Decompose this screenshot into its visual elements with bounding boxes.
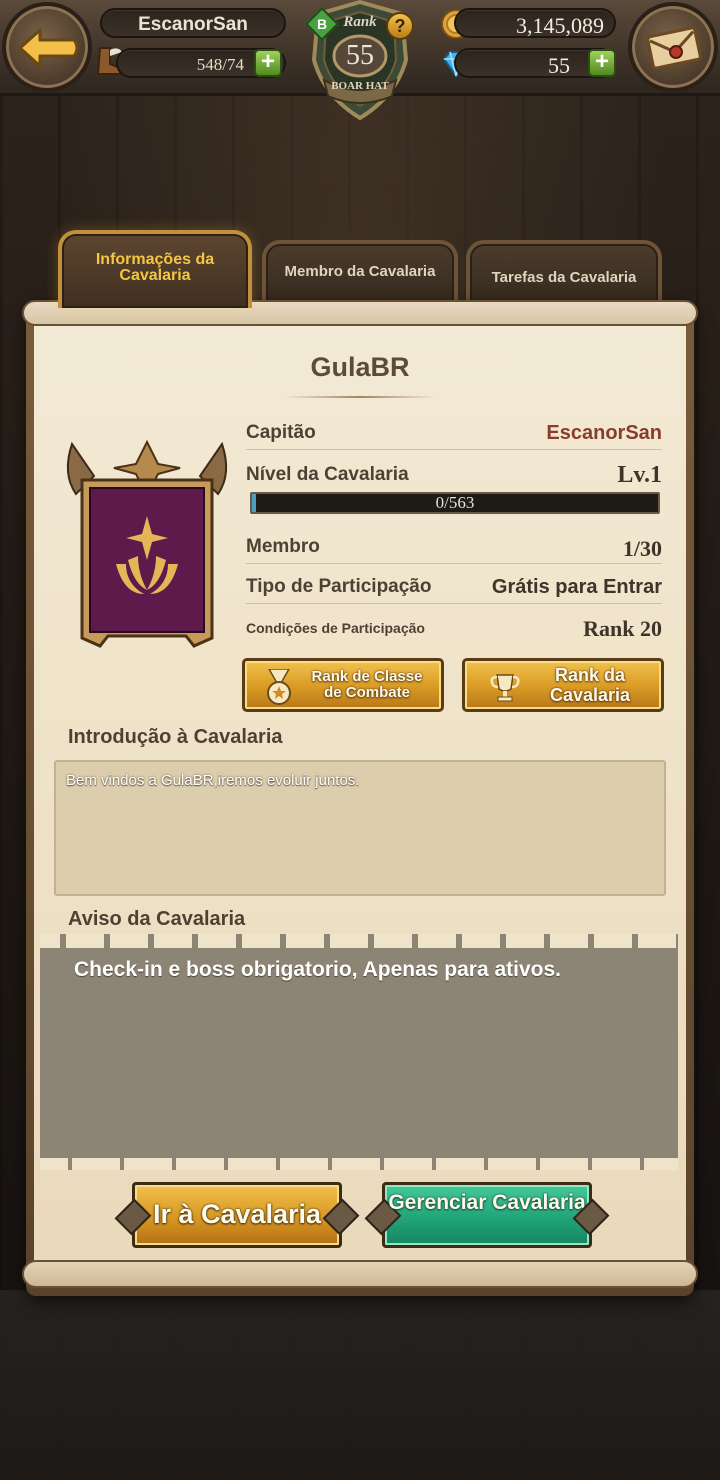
help-button[interactable]: ? <box>386 12 414 40</box>
medal-icon <box>267 669 291 705</box>
combat-class-rank-button[interactable]: Rank de Classe de Combate <box>242 658 444 712</box>
guild-banner-icon <box>66 439 228 648</box>
tab-guild-info[interactable]: Informações da Cavalaria <box>58 230 252 308</box>
member-label: Membro <box>246 536 320 557</box>
tab-label: Membro da Cavalaria <box>284 263 436 280</box>
intro-text: Bem vindos a GulaBR,iremos evoluir junto… <box>66 772 360 789</box>
back-button[interactable] <box>2 2 92 92</box>
notice-title: Aviso da Cavalaria <box>68 908 246 930</box>
intro-title: Introdução à Cavalaria <box>68 726 283 748</box>
gold-pill: 3,145,089 <box>454 8 616 38</box>
guild-level-row: Nível da Cavalaria Lv.1 <box>246 462 662 492</box>
stamina-value: 548/74 <box>196 55 244 74</box>
rank-title: BOAR HAT <box>331 80 389 92</box>
captain-row: Capitão EscanorSan <box>246 420 662 450</box>
join-type-row: Tipo de Participação Grátis para Entrar <box>246 574 662 604</box>
manage-guild-label: Gerenciar Cavalaria <box>388 1191 586 1214</box>
trophy-icon <box>490 674 520 702</box>
tab-label: Informações da Cavalaria <box>95 251 215 284</box>
guild-level-label: Nível da Cavalaria <box>246 464 409 485</box>
member-value: 1/30 <box>622 536 662 561</box>
guild-xp-bar: 0/563 <box>250 492 660 514</box>
guild-xp-text: 0/563 <box>435 493 475 512</box>
go-to-guild-label: Ir à Cavalaria <box>152 1199 322 1229</box>
guild-crest <box>54 424 240 652</box>
mail-button[interactable] <box>628 2 718 92</box>
rank-badge-letter: B <box>316 16 328 32</box>
rank-value: 55 <box>346 40 374 71</box>
notice-torn-edge-top <box>40 934 678 948</box>
join-type-label: Tipo de Participação <box>246 576 432 597</box>
gem-value: 55 <box>548 53 570 78</box>
tab-guild-tasks[interactable]: Tarefas da Cavalaria <box>466 240 662 306</box>
player-name: EscanorSan <box>138 14 248 35</box>
add-stamina-button[interactable]: + <box>254 49 282 77</box>
join-condition-row: Condições de Participação Rank 20 <box>246 614 662 644</box>
join-type-value: Grátis para Entrar <box>491 576 662 598</box>
guild-name: GulaBR <box>310 352 410 382</box>
tab-guild-members[interactable]: Membro da Cavalaria <box>262 240 458 306</box>
join-condition-value: Rank 20 <box>583 616 662 641</box>
captain-value[interactable]: EscanorSan <box>546 422 662 445</box>
background-floor <box>0 1290 720 1480</box>
guild-rank-button[interactable]: Rank da Cavalaria <box>462 658 664 712</box>
tab-label: Tarefas da Cavalaria <box>491 269 637 286</box>
add-gems-button[interactable]: + <box>588 49 616 77</box>
guild-level-value: Lv.1 <box>617 462 662 488</box>
notice-torn-edge-bottom <box>40 1158 678 1170</box>
scroll-bottom-edge <box>22 1260 698 1288</box>
player-name-pill: EscanorSan <box>100 8 286 38</box>
captain-label: Capitão <box>246 422 316 443</box>
name-divider <box>284 396 436 398</box>
guild-rank-label: Rank da Cavalaria <box>549 665 631 705</box>
gold-value: 3,145,089 <box>516 13 604 38</box>
intro-box: Bem vindos a GulaBR,iremos evoluir junto… <box>54 760 666 896</box>
manage-guild-button[interactable]: Gerenciar Cavalaria <box>382 1182 592 1248</box>
member-row: Membro 1/30 <box>246 534 662 564</box>
join-condition-label: Condições de Participação <box>246 620 425 636</box>
combat-class-rank-label: Rank de Classe de Combate <box>311 668 423 701</box>
back-arrow-icon <box>18 28 79 68</box>
go-to-guild-button[interactable]: Ir à Cavalaria <box>132 1182 342 1248</box>
letter-icon <box>646 26 702 70</box>
notice-text: Check-in e boss obrigatorio, Apenas para… <box>74 958 562 981</box>
